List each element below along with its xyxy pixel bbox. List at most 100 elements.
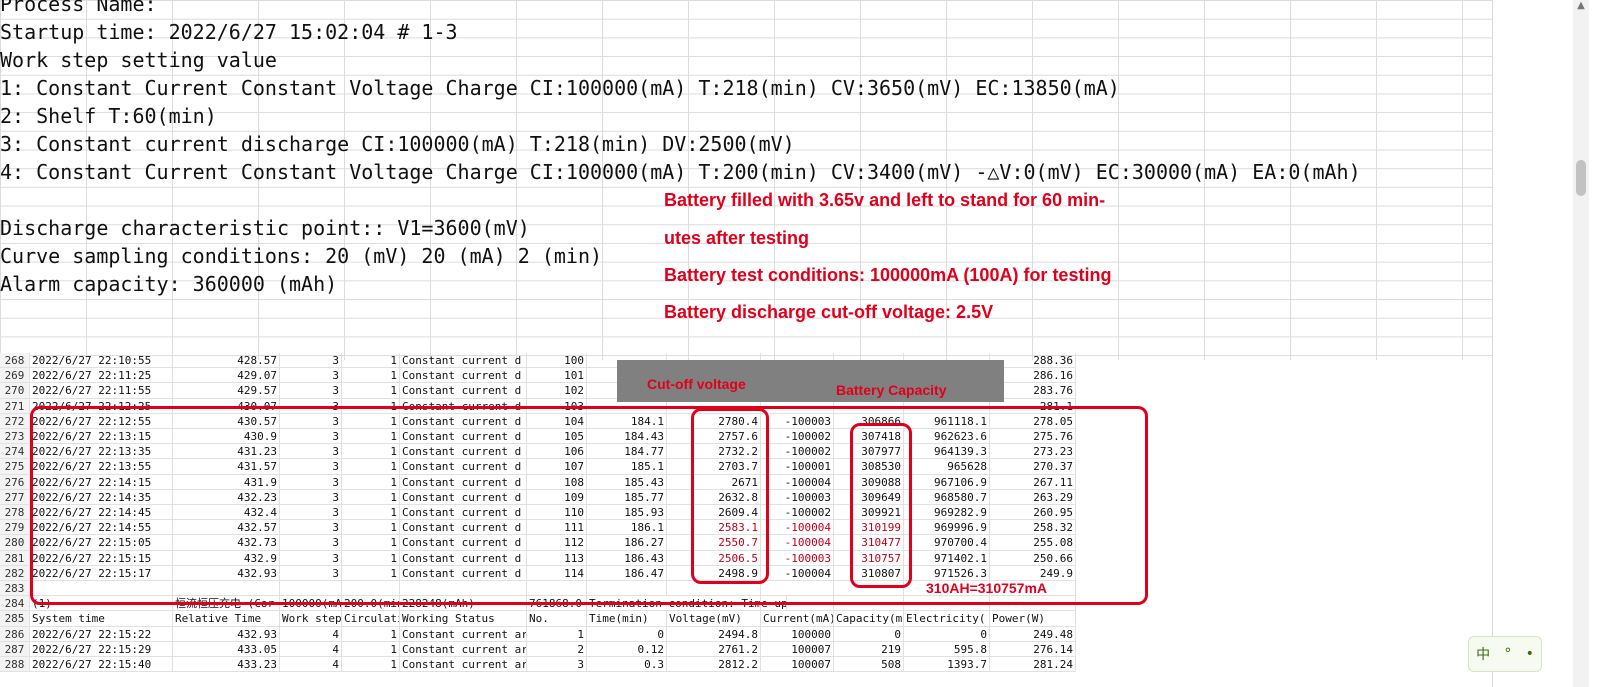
table-cell[interactable]: 2494.8	[667, 626, 761, 642]
table-cell[interactable]: 100	[527, 353, 587, 369]
table-cell[interactable]: 595.8	[904, 641, 990, 657]
table-cell[interactable]: 2022/6/27 22:15:22	[30, 626, 173, 642]
note-line: Work step setting value	[0, 48, 277, 72]
table-cell[interactable]: 429.57	[173, 383, 280, 399]
row-number[interactable]: 272	[0, 413, 30, 429]
table-cell[interactable]: Working Status	[400, 611, 527, 627]
table-cell[interactable]: 100000	[761, 626, 834, 642]
table-cell[interactable]: 2761.2	[667, 641, 761, 657]
table-cell[interactable]: 2812.2	[667, 657, 761, 673]
table-cell[interactable]: 1	[527, 626, 587, 642]
table-cell[interactable]: 3	[280, 383, 342, 399]
table-cell[interactable]: 1393.7	[904, 657, 990, 673]
table-cell[interactable]: 1	[342, 368, 400, 384]
table-cell[interactable]: 1	[342, 383, 400, 399]
table-cell[interactable]: 0	[904, 626, 990, 642]
row-number[interactable]: 286	[0, 626, 30, 642]
table-cell[interactable]: 2022/6/27 22:11:55	[30, 383, 173, 399]
ime-toolbar[interactable]: 中 ° •	[1468, 636, 1542, 672]
battery-capacity-label: Battery Capacity	[836, 382, 947, 398]
row-number[interactable]: 283	[0, 581, 30, 597]
vertical-scrollbar[interactable]: ▲	[1573, 0, 1589, 687]
table-cell[interactable]: Relative Time	[173, 611, 280, 627]
row-number[interactable]: 282	[0, 565, 30, 581]
scroll-thumb[interactable]	[1576, 160, 1586, 196]
table-cell[interactable]: 428.57	[173, 353, 280, 369]
row-number[interactable]: 278	[0, 505, 30, 521]
row-number[interactable]: 275	[0, 459, 30, 475]
table-cell[interactable]: 4	[280, 657, 342, 673]
table-cell[interactable]: 1	[342, 641, 400, 657]
table-cell[interactable]: 3	[280, 353, 342, 369]
table-cell[interactable]: Time(min)	[587, 611, 667, 627]
table-cell[interactable]: Constant current ar	[400, 657, 527, 673]
table-cell[interactable]: Constant current ar	[400, 626, 527, 642]
table-cell[interactable]: 508	[834, 657, 904, 673]
table-cell[interactable]: Electricity(	[904, 611, 990, 627]
table-row: 287 2022/6/27 22:15:29 433.05 4 1 Constant cu…	[0, 641, 1100, 657]
row-number[interactable]: 287	[0, 641, 30, 657]
table-cell[interactable]: 276.14	[990, 641, 1076, 657]
table-cell[interactable]: 432.93	[173, 626, 280, 642]
table-cell[interactable]: Constant current ar	[400, 641, 527, 657]
table-cell[interactable]: 0.3	[587, 657, 667, 673]
table-cell[interactable]: No.	[527, 611, 587, 627]
row-number[interactable]: 285	[0, 611, 30, 627]
row-number[interactable]: 273	[0, 429, 30, 445]
table-cell[interactable]: Capacity(m	[834, 611, 904, 627]
row-number[interactable]: 270	[0, 383, 30, 399]
table-cell[interactable]: 2022/6/27 22:15:29	[30, 641, 173, 657]
table-cell[interactable]: 1	[342, 626, 400, 642]
row-number[interactable]: 279	[0, 520, 30, 536]
row-number[interactable]: 280	[0, 535, 30, 551]
table-cell[interactable]: 100007	[761, 641, 834, 657]
table-cell[interactable]: 2022/6/27 22:11:25	[30, 368, 173, 384]
table-cell[interactable]: 2022/6/27 22:10:55	[30, 353, 173, 369]
table-cell[interactable]: 4	[280, 626, 342, 642]
table-cell[interactable]: 4	[280, 641, 342, 657]
table-cell[interactable]: 2022/6/27 22:15:40	[30, 657, 173, 673]
table-cell[interactable]: Constant current d	[400, 353, 527, 369]
table-cell[interactable]: 102	[527, 383, 587, 399]
table-cell[interactable]: Work step	[280, 611, 342, 627]
table-cell[interactable]: Constant current d	[400, 383, 527, 399]
table-cell[interactable]: Voltage(mV)	[667, 611, 761, 627]
table-cell[interactable]: 249.48	[990, 626, 1076, 642]
table-cell[interactable]: Current(mA)	[761, 611, 834, 627]
table-cell[interactable]: 1	[342, 353, 400, 369]
scroll-up-icon[interactable]: ▲	[1573, 0, 1589, 14]
table-cell[interactable]: 219	[834, 641, 904, 657]
table-cell[interactable]: Circulati	[342, 611, 400, 627]
row-number[interactable]: 274	[0, 444, 30, 460]
row-number[interactable]: 276	[0, 474, 30, 490]
ime-punct-icon[interactable]: °	[1504, 646, 1511, 662]
ime-mode-icon[interactable]: •	[1526, 646, 1534, 662]
table-cell[interactable]: 429.07	[173, 368, 280, 384]
row-number[interactable]: 281	[0, 550, 30, 566]
table-cell[interactable]: 0.12	[587, 641, 667, 657]
ime-language-label[interactable]: 中	[1476, 644, 1490, 664]
table-cell[interactable]: 1	[342, 657, 400, 673]
table-cell[interactable]: Power(W)	[990, 611, 1076, 627]
row-number[interactable]: 277	[0, 489, 30, 505]
row-number[interactable]: 269	[0, 368, 30, 384]
row-number[interactable]: 288	[0, 657, 30, 673]
table-cell[interactable]: 100007	[761, 657, 834, 673]
table-cell[interactable]: 281.24	[990, 657, 1076, 673]
table-cell[interactable]: 433.05	[173, 641, 280, 657]
note-line: 3: Constant current discharge CI:100000(…	[0, 132, 795, 156]
row-number[interactable]: 284	[0, 596, 30, 612]
table-cell[interactable]: Constant current d	[400, 368, 527, 384]
row-number[interactable]: 271	[0, 398, 30, 414]
table-cell[interactable]: 2	[527, 641, 587, 657]
row-number[interactable]: 268	[0, 353, 30, 369]
table-cell[interactable]: 0	[587, 626, 667, 642]
table-cell[interactable]: 0	[834, 626, 904, 642]
table-cell[interactable]: 433.23	[173, 657, 280, 673]
table-cell[interactable]: 101	[527, 368, 587, 384]
note-line: Alarm capacity: 360000 (mAh)	[0, 272, 338, 296]
table-cell[interactable]: 3	[280, 368, 342, 384]
table-cell[interactable]: 3	[527, 657, 587, 673]
table-cell[interactable]: System time	[30, 611, 173, 627]
annotation-line-1: Battery filled with 3.65v and left to st…	[664, 190, 1106, 210]
